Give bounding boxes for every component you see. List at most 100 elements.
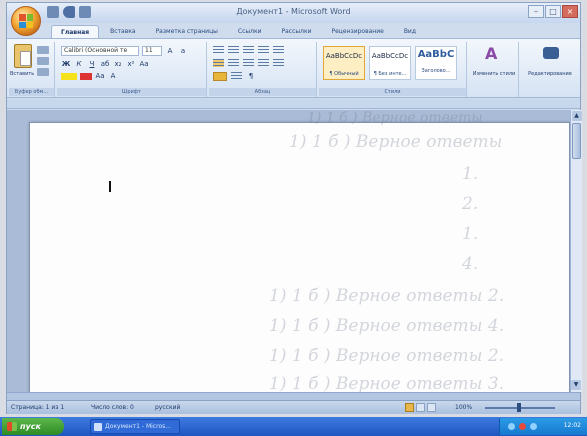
change-styles-label: Изменить стили (472, 71, 516, 77)
change-case-icon[interactable]: Aa (95, 71, 105, 81)
borders-icon[interactable] (231, 72, 242, 80)
font-group: Calibri (Основной те 11 A a Ж К Ч аб x₂ … (57, 42, 207, 97)
style-sample: AaBbCcDc (325, 52, 363, 60)
tab-review[interactable]: Рецензирование (323, 25, 393, 38)
styles-group-label: Стили (319, 88, 466, 96)
clipboard-group: Вставить Буфер обм... (9, 42, 55, 97)
full-screen-icon[interactable] (416, 403, 425, 412)
close-button[interactable]: × (562, 5, 578, 18)
tab-home[interactable]: Главная (51, 25, 100, 38)
justify-icon[interactable] (258, 59, 269, 67)
tray-volume-icon[interactable] (530, 423, 537, 430)
ribbon-tabs: Главная Вставка Разметка страницы Ссылки… (51, 25, 425, 38)
bleed-text-line: 1. (462, 224, 479, 244)
word-app-icon (94, 423, 102, 431)
bullets-icon[interactable] (213, 46, 224, 54)
taskbar-word-button[interactable]: Документ1 - Micros... (90, 419, 180, 434)
vertical-scrollbar[interactable]: ▲ ▼ (570, 110, 582, 392)
find-icon (543, 47, 559, 59)
shrink-font-icon[interactable]: a (178, 46, 188, 56)
paragraph-group-label: Абзац (209, 88, 316, 96)
shading-icon[interactable] (213, 71, 227, 81)
scroll-down-icon[interactable]: ▼ (571, 380, 581, 390)
bleed-text-line: 1) 1 б ) Верное ответы 4. (269, 316, 505, 336)
tab-mailings[interactable]: Рассылки (273, 25, 321, 38)
subscript-icon[interactable]: x₂ (113, 59, 123, 69)
align-right-icon[interactable] (243, 59, 254, 67)
status-bar: Страница: 1 из 1 Число слов: 0 русский 1… (7, 400, 580, 414)
print-layout-icon[interactable] (405, 403, 414, 412)
style-heading[interactable]: AaBbC Заголово... (415, 46, 457, 80)
font-size-icon[interactable]: A (108, 71, 118, 81)
cut-icon[interactable] (37, 46, 49, 54)
zoom-slider-knob[interactable] (517, 403, 521, 412)
style-name: Заголово... (421, 68, 451, 74)
tray-network-icon[interactable] (508, 423, 515, 430)
language-indicator[interactable]: русский (155, 404, 180, 411)
clear-format-icon[interactable]: Аа (139, 59, 149, 69)
ruler (7, 99, 580, 109)
window-controls: – □ × (528, 5, 578, 18)
grow-font-icon[interactable]: A (165, 46, 175, 56)
change-styles-icon: A (485, 44, 498, 63)
multilevel-list-icon[interactable] (243, 46, 254, 54)
paragraph-group: ¶ Абзац (209, 42, 317, 97)
decrease-indent-icon[interactable] (258, 46, 269, 54)
line-spacing-icon[interactable] (273, 59, 284, 67)
highlight-color-icon[interactable] (61, 72, 77, 80)
scroll-up-icon[interactable]: ▲ (571, 111, 582, 121)
zoom-level[interactable]: 100% (455, 404, 472, 411)
style-sample: AaBbC (417, 49, 455, 60)
word-count[interactable]: Число слов: 0 (91, 404, 134, 411)
style-no-spacing[interactable]: AaBbCcDc ¶ Без инте... (369, 46, 411, 80)
scroll-thumb[interactable] (572, 123, 581, 159)
superscript-icon[interactable]: x² (126, 59, 136, 69)
bleed-text-line: 1) 1 б ) Верное ответы 2. (269, 286, 505, 306)
style-normal[interactable]: AaBbCcDc ¶ Обычный (323, 46, 365, 80)
bleed-text-line: 1) 1 б ) Верное ответы (307, 110, 483, 126)
show-marks-icon[interactable]: ¶ (246, 71, 256, 81)
font-size-select[interactable]: 11 (142, 46, 162, 56)
numbering-icon[interactable] (228, 46, 239, 54)
tray-security-icon[interactable] (519, 423, 526, 430)
maximize-button[interactable]: □ (545, 5, 561, 18)
paste-icon[interactable] (14, 44, 32, 68)
view-buttons (405, 403, 436, 412)
minimize-button[interactable]: – (528, 5, 544, 18)
clock[interactable]: 12:02 (564, 422, 581, 429)
underline-icon[interactable]: Ч (87, 59, 97, 69)
bleed-text-line: 4. (462, 254, 479, 274)
horizontal-scrollbar[interactable] (7, 392, 580, 400)
style-name: ¶ Без инте... (373, 71, 407, 77)
copy-icon[interactable] (37, 57, 49, 65)
align-center-icon[interactable] (228, 59, 239, 67)
ribbon: Вставить Буфер обм... Calibri (Основной … (7, 38, 580, 98)
bleed-text-line: 1) 1 б ) Верное ответы 3. (269, 374, 505, 392)
bleed-text-line: 1) 1 б ) Верное ответы 2. (269, 346, 505, 366)
font-name-select[interactable]: Calibri (Основной те (61, 46, 139, 56)
start-button[interactable]: пуск (2, 418, 64, 435)
tab-view[interactable]: Вид (395, 25, 425, 38)
web-layout-icon[interactable] (427, 403, 436, 412)
increase-indent-icon[interactable] (273, 46, 284, 54)
editing-group[interactable]: Редактирование (521, 42, 579, 97)
font-group-label: Шрифт (57, 88, 206, 96)
change-styles-group[interactable]: A Изменить стили (469, 42, 519, 97)
windows-logo-icon (7, 422, 17, 431)
clipboard-group-label: Буфер обм... (9, 88, 54, 96)
italic-icon[interactable]: К (74, 59, 84, 69)
paste-button-label[interactable]: Вставить (10, 71, 34, 77)
system-tray: 12:02 (499, 418, 587, 435)
editing-label: Редактирование (528, 71, 572, 77)
office-button[interactable] (11, 6, 41, 36)
format-painter-icon[interactable] (37, 68, 49, 76)
tab-page-layout[interactable]: Разметка страницы (147, 25, 227, 38)
strikethrough-icon[interactable]: аб (100, 59, 110, 69)
page-count[interactable]: Страница: 1 из 1 (11, 404, 64, 411)
align-left-icon[interactable] (213, 59, 224, 67)
font-color-icon[interactable] (80, 72, 92, 80)
tab-references[interactable]: Ссылки (229, 25, 271, 38)
tab-insert[interactable]: Вставка (101, 25, 144, 38)
window-title: Документ1 - Microsoft Word (236, 7, 351, 16)
bold-icon[interactable]: Ж (61, 59, 71, 69)
